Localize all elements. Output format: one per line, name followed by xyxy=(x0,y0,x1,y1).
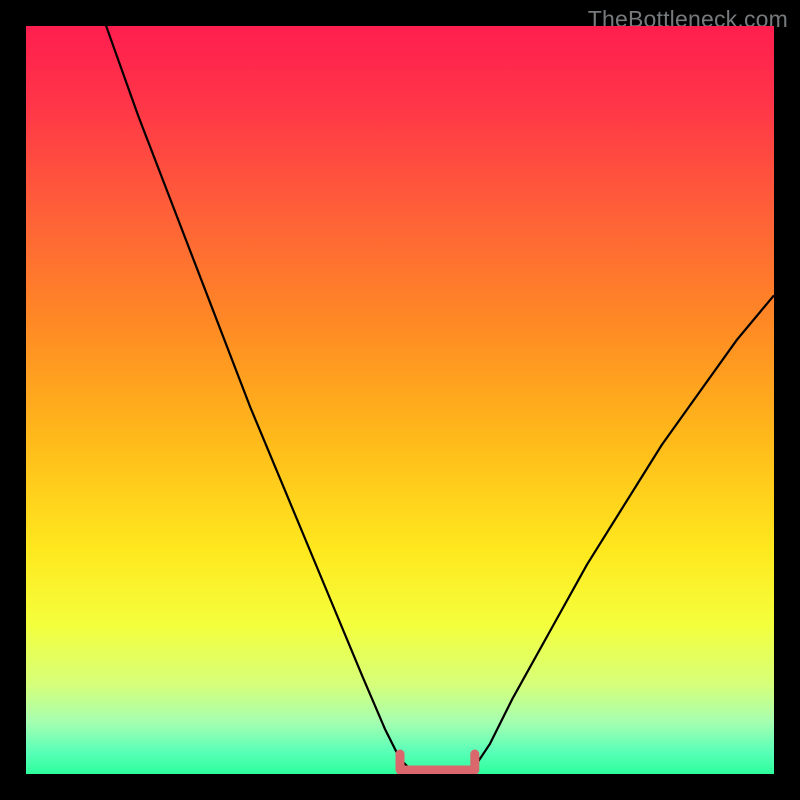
chart-frame: TheBottleneck.com xyxy=(0,0,800,800)
curve-layer xyxy=(26,26,774,774)
plot-area xyxy=(26,26,774,774)
valley-floor-marker xyxy=(400,754,475,770)
bottleneck-curve xyxy=(26,26,774,774)
